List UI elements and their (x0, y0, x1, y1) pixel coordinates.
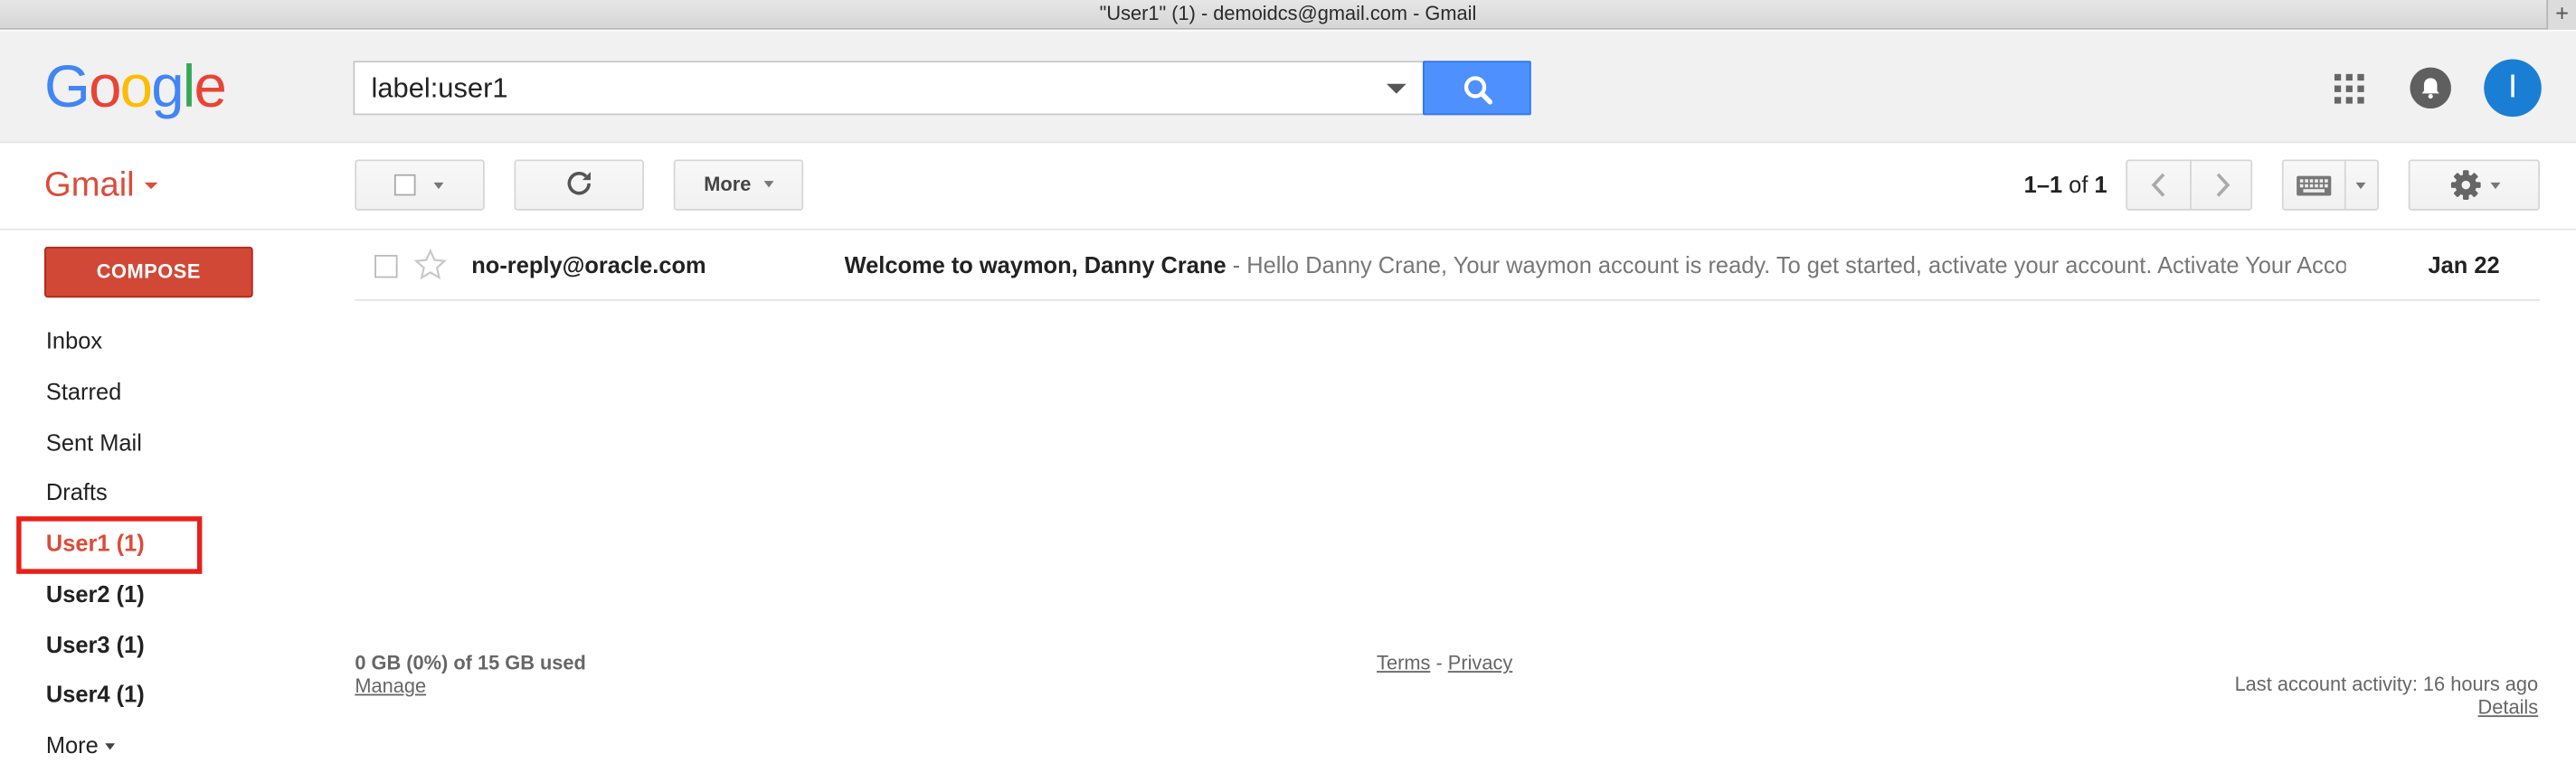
apps-grid-icon[interactable] (2333, 72, 2365, 105)
sidebar-item-starred[interactable]: Starred (46, 377, 121, 407)
sidebar-item-user4[interactable]: User4 (1) (46, 679, 145, 709)
chevron-down-icon (762, 181, 773, 188)
page-of-label: of (2069, 171, 2088, 198)
input-tools-button[interactable] (2281, 159, 2380, 211)
sidebar-item-drafts[interactable]: Drafts (46, 477, 108, 507)
message-preview: Welcome to waymon, Danny Crane - Hello D… (845, 251, 2346, 281)
search-icon (1463, 76, 1493, 105)
top-header: Google I (0, 31, 2576, 144)
divider (0, 228, 2576, 231)
search-box (353, 61, 1423, 116)
star-icon[interactable] (413, 248, 448, 281)
search-options-dropdown-icon[interactable] (1386, 83, 1406, 94)
message-date: Jan 22 (2428, 251, 2500, 278)
account-activity: Last account activity: 16 hours ago Deta… (2235, 673, 2539, 719)
message-subject: Welcome to waymon, Danny Crane (844, 251, 1226, 278)
chevron-left-icon[interactable] (2127, 161, 2190, 209)
settings-button[interactable] (2408, 159, 2540, 211)
highlight-box (16, 516, 203, 574)
logo-letter: e (194, 52, 227, 120)
chevron-down-icon (144, 183, 158, 191)
footer-links: Terms - Privacy (1377, 651, 1512, 674)
logo-letter: o (89, 52, 121, 120)
chevron-down-icon (2490, 182, 2501, 190)
refresh-button[interactable] (514, 159, 644, 211)
keyboard-icon (2297, 175, 2332, 196)
search-button[interactable] (1422, 61, 1531, 116)
gmail-window: "User1" (1) - demoidcs@gmail.com - Gmail… (0, 0, 2576, 763)
select-all-checkbox[interactable] (393, 174, 416, 196)
gmail-app-menu[interactable]: Gmail (44, 165, 158, 207)
message-row[interactable]: no-reply@oracle.com Welcome to waymon, D… (355, 231, 2540, 301)
sidebar-more-label: More (45, 731, 99, 758)
sidebar-more-link[interactable]: More (46, 730, 115, 760)
sidebar-item-inbox[interactable]: Inbox (46, 325, 102, 355)
privacy-link[interactable]: Privacy (1448, 651, 1512, 674)
search-input[interactable] (355, 62, 1374, 114)
select-all-button[interactable] (355, 159, 485, 211)
pagination-nav (2126, 159, 2254, 211)
storage-usage: 0 GB (0%) of 15 GB used (355, 651, 586, 674)
message-snippet: - Hello Danny Crane, Your waymon account… (1226, 251, 2346, 278)
more-actions-label: More (704, 172, 752, 196)
chevron-down-icon (433, 182, 444, 190)
chevron-down-icon[interactable] (2355, 182, 2366, 190)
divider (2344, 161, 2346, 210)
last-activity-text: Last account activity: 16 hours ago (2234, 672, 2539, 696)
bell-icon (2421, 78, 2439, 99)
terms-link[interactable]: Terms (1377, 651, 1430, 674)
storage-info: 0 GB (0%) of 15 GB used Manage (355, 651, 586, 697)
more-actions-button[interactable]: More (673, 159, 804, 211)
logo-letter: g (151, 52, 184, 120)
logo-letter: l (182, 52, 196, 120)
plus-icon[interactable]: + (2546, 0, 2576, 30)
logo-letter: o (119, 52, 153, 120)
google-logo[interactable]: Google (44, 52, 227, 120)
message-checkbox[interactable] (374, 254, 398, 278)
footer-separator: - (1430, 651, 1448, 674)
window-titlebar: "User1" (1) - demoidcs@gmail.com - Gmail… (0, 0, 2576, 30)
sidebar-item-sent-mail[interactable]: Sent Mail (46, 428, 142, 457)
chevron-down-icon (105, 743, 115, 751)
gmail-app-label: Gmail (44, 165, 135, 204)
refresh-icon (567, 172, 591, 195)
page-range: 1–1 (2023, 171, 2063, 198)
activity-details-link[interactable]: Details (2235, 695, 2539, 718)
window-title: "User1" (1) - demoidcs@gmail.com - Gmail (1099, 1, 1477, 25)
notifications-button[interactable] (2410, 67, 2451, 109)
sidebar-item-user2[interactable]: User2 (1) (46, 579, 145, 608)
manage-storage-link[interactable]: Manage (355, 674, 586, 697)
chevron-right-icon[interactable] (2192, 161, 2254, 209)
message-sender: no-reply@oracle.com (471, 251, 706, 278)
compose-button[interactable]: COMPOSE (44, 246, 253, 298)
pagination-count: 1–1 of 1 (2024, 171, 2107, 197)
account-avatar[interactable]: I (2484, 59, 2542, 118)
logo-letter: G (44, 52, 90, 120)
page-total: 1 (2094, 171, 2107, 198)
sidebar-item-user3[interactable]: User3 (1) (46, 630, 145, 660)
